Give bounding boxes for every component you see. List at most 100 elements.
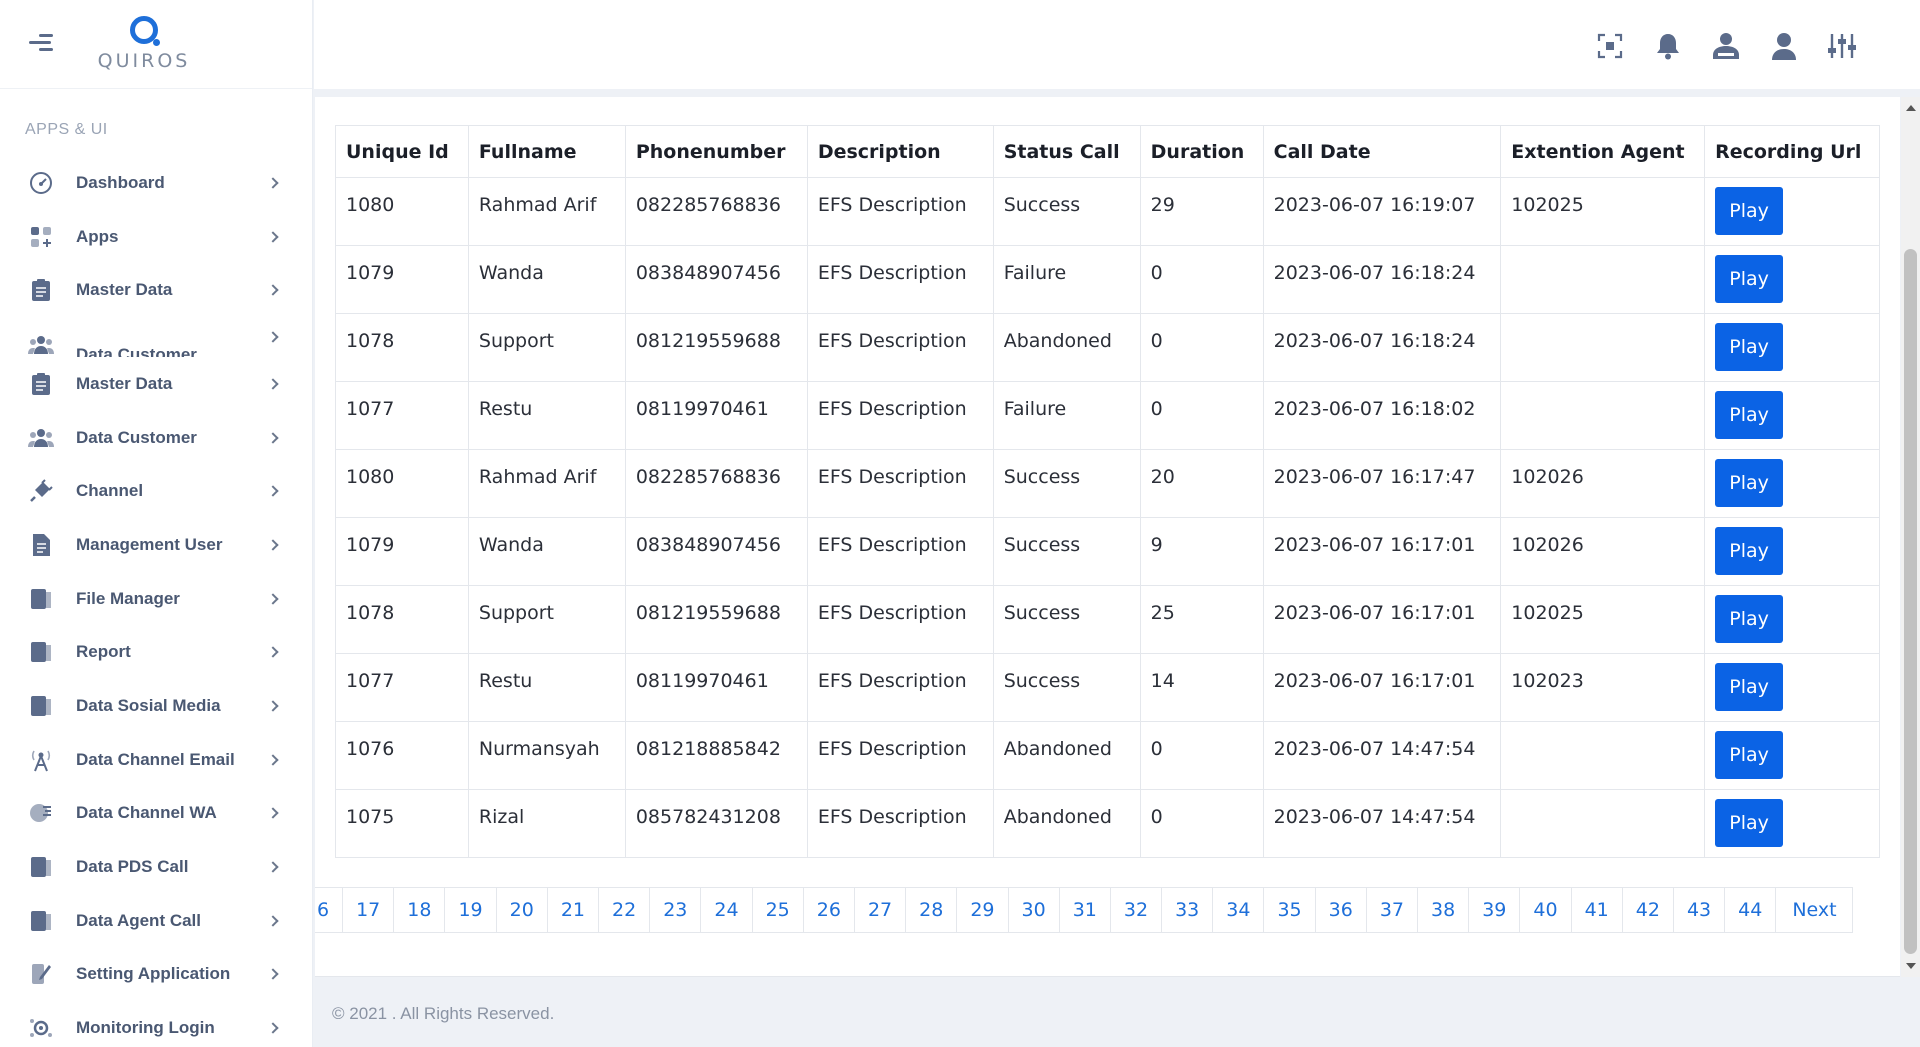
- cell-phonenumber: 082285768836: [624, 177, 808, 246]
- page-link[interactable]: 44: [1724, 888, 1775, 932]
- page-link[interactable]: 38: [1417, 888, 1468, 932]
- sidebar-item-dashboard[interactable]: Dashboard: [0, 156, 313, 210]
- play-recording-button[interactable]: Play: [1715, 595, 1784, 643]
- play-recording-button[interactable]: Play: [1715, 255, 1784, 303]
- cell-call-date: 2023-06-07 16:17:47: [1262, 449, 1502, 518]
- sidebar-item-master-data[interactable]: Master Data: [0, 263, 313, 317]
- play-recording-button[interactable]: Play: [1715, 731, 1784, 779]
- sidebar-item-label: Data Sosial Media: [76, 696, 221, 716]
- page-link[interactable]: 35: [1263, 888, 1314, 932]
- column-header-call-date[interactable]: Call Date: [1262, 125, 1502, 178]
- page-link[interactable]: 31: [1058, 888, 1110, 932]
- page-link[interactable]: 20: [495, 888, 547, 932]
- sidebar-item-apps[interactable]: Apps: [0, 210, 313, 264]
- cell-unique-id: 1079: [335, 517, 469, 586]
- sidebar-item-channel[interactable]: Channel: [0, 464, 313, 518]
- cell-call-date: 2023-06-07 16:17:01: [1262, 653, 1502, 722]
- column-header-recording-url[interactable]: Recording Url: [1704, 125, 1880, 178]
- column-header-duration[interactable]: Duration: [1139, 125, 1264, 178]
- agent-headset-icon[interactable]: [1710, 30, 1742, 62]
- column-header-unique-id[interactable]: Unique Id: [335, 125, 469, 178]
- cell-duration: 0: [1139, 789, 1264, 858]
- page-scrollbar[interactable]: [1901, 97, 1920, 977]
- sidebar-item-monitoring-login[interactable]: Monitoring Login: [0, 1001, 313, 1047]
- app-logo[interactable]: QUIROS: [92, 16, 196, 72]
- page-link[interactable]: 22: [598, 888, 649, 932]
- cell-fullname: Support: [467, 585, 626, 654]
- sidebar-item-data-sosial-media[interactable]: Data Sosial Media: [0, 679, 313, 733]
- page-link[interactable]: 26: [802, 888, 854, 932]
- cell-unique-id: 1077: [335, 381, 469, 450]
- sidebar-item-data-channel-wa[interactable]: Data Channel WA: [0, 787, 313, 841]
- page-link[interactable]: 39: [1468, 888, 1519, 932]
- user-icon[interactable]: [1768, 30, 1800, 62]
- menu-toggle-icon[interactable]: [29, 34, 53, 54]
- sidebar-item-label: Channel: [76, 481, 144, 501]
- settings-pen-icon: [28, 962, 54, 986]
- sidebar-item-master-data[interactable]: Master Data: [0, 357, 313, 411]
- sidebar-item-data-pds-call[interactable]: Data PDS Call: [0, 840, 313, 894]
- apps-grid-icon: [28, 225, 54, 249]
- next-page-link[interactable]: Next: [1775, 888, 1851, 932]
- scroll-up-arrow-icon[interactable]: [1906, 105, 1916, 111]
- cell-phonenumber: 08119970461: [624, 381, 808, 450]
- cell-unique-id: 1080: [335, 449, 469, 518]
- page-link[interactable]: 37: [1365, 888, 1417, 932]
- play-recording-button[interactable]: Play: [1715, 527, 1784, 575]
- clipboard-icon: [28, 372, 54, 396]
- sidebar-item-label: Setting Application: [76, 964, 231, 984]
- sliders-icon[interactable]: [1826, 30, 1858, 62]
- cell-call-date: 2023-06-07 14:47:54: [1262, 789, 1502, 858]
- sidebar-item-file-manager[interactable]: File Manager: [0, 572, 313, 626]
- scroll-down-arrow-icon[interactable]: [1906, 963, 1916, 969]
- page-link[interactable]: 34: [1212, 888, 1263, 932]
- page-link[interactable]: 36: [1314, 888, 1366, 932]
- column-header-description[interactable]: Description: [806, 125, 994, 178]
- column-header-status-call[interactable]: Status Call: [992, 125, 1141, 178]
- page-link[interactable]: 33: [1161, 888, 1212, 932]
- play-recording-button[interactable]: Play: [1715, 459, 1784, 507]
- sidebar-item-report[interactable]: Report: [0, 626, 313, 680]
- page-link[interactable]: 19: [444, 888, 495, 932]
- cell-description: EFS Description: [806, 449, 994, 518]
- sidebar-item-data-customer[interactable]: Data Customer: [0, 411, 313, 465]
- page-link[interactable]: 18: [393, 888, 444, 932]
- cell-unique-id: 1079: [335, 245, 469, 314]
- sidebar-item-data-customer[interactable]: Data Customer: [0, 317, 313, 357]
- cell-fullname: Wanda: [467, 517, 626, 586]
- page-link[interactable]: 40: [1519, 888, 1570, 932]
- page-link[interactable]: 21: [546, 888, 598, 932]
- page-link[interactable]: 41: [1570, 888, 1622, 932]
- page-link[interactable]: 30: [1007, 888, 1059, 932]
- column-header-fullname[interactable]: Fullname: [467, 125, 626, 178]
- page-link[interactable]: 32: [1109, 888, 1161, 932]
- page-link[interactable]: 27: [853, 888, 905, 932]
- page-link[interactable]: 42: [1621, 888, 1673, 932]
- page-link[interactable]: 23: [649, 888, 700, 932]
- cell-phonenumber: 085782431208: [624, 789, 808, 858]
- page-link[interactable]: 6: [315, 888, 342, 932]
- play-recording-button[interactable]: Play: [1715, 323, 1784, 371]
- column-header-phonenumber[interactable]: Phonenumber: [624, 125, 808, 178]
- sidebar-item-management-user[interactable]: Management User: [0, 518, 313, 572]
- page-link[interactable]: 29: [956, 888, 1007, 932]
- bell-icon[interactable]: [1652, 30, 1684, 62]
- sidebar-item-label: Data Channel WA: [76, 803, 217, 823]
- play-recording-button[interactable]: Play: [1715, 391, 1784, 439]
- play-recording-button[interactable]: Play: [1715, 799, 1784, 847]
- page-link[interactable]: 24: [700, 888, 751, 932]
- play-recording-button[interactable]: Play: [1715, 663, 1784, 711]
- page-link[interactable]: 25: [751, 888, 803, 932]
- play-recording-button[interactable]: Play: [1715, 187, 1784, 235]
- sidebar-item-data-channel-email[interactable]: Data Channel Email: [0, 733, 313, 787]
- page-link[interactable]: 28: [905, 888, 956, 932]
- social-icon: [28, 694, 54, 718]
- page-link[interactable]: 17: [342, 888, 393, 932]
- page-link[interactable]: 43: [1672, 888, 1724, 932]
- fullscreen-icon[interactable]: [1594, 30, 1626, 62]
- sidebar-item-data-agent-call[interactable]: Data Agent Call: [0, 894, 313, 948]
- sidebar-item-setting-application[interactable]: Setting Application: [0, 948, 313, 1002]
- sidebar-item-label: Data Customer: [76, 427, 197, 447]
- scrollbar-thumb[interactable]: [1904, 249, 1917, 954]
- column-header-extention-agent[interactable]: Extention Agent: [1500, 125, 1706, 178]
